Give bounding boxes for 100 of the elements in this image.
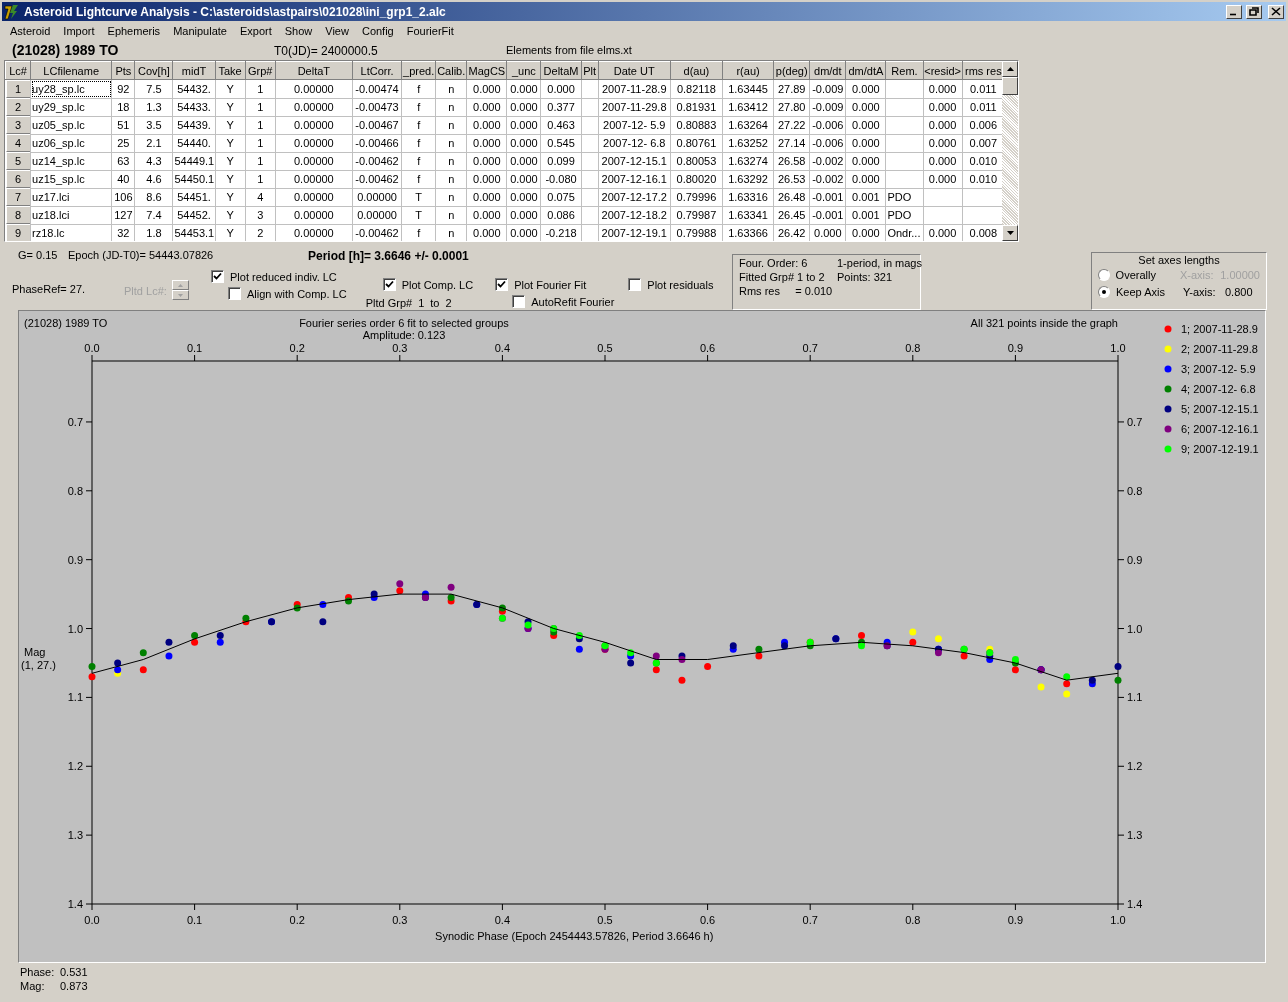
table-cell: 0.00000 [275, 188, 353, 206]
table-cell: 0.075 [541, 188, 582, 206]
table-cell: -0.001 [809, 206, 846, 224]
table-cell: 0.000 [923, 98, 963, 116]
table-cell: 27.80 [773, 98, 810, 116]
tick-label: 1.2 [67, 760, 83, 773]
tick-label: 0.8 [67, 484, 83, 497]
table-cell: Y [215, 170, 246, 188]
table-cell: 0.00000 [275, 170, 353, 188]
fourier-order-label: Four. Order: 6 [739, 257, 809, 269]
table-cell: -0.00466 [352, 134, 402, 152]
tick-label: 1.4 [1127, 898, 1143, 910]
table-cell: uz15_sp.lc [30, 170, 112, 188]
table-cell: 0.000 [923, 79, 963, 98]
tick-label: 0.2 [289, 342, 305, 354]
table-cell: n [435, 134, 467, 152]
table-cell: 1.3 [134, 98, 173, 116]
table-cell: 0.00000 [275, 152, 353, 170]
tick-label: 0.8 [1127, 484, 1143, 497]
tick-label: 0.0 [84, 342, 100, 354]
table-cell: 0.82118 [670, 79, 723, 98]
tick-label: 0.7 [802, 914, 818, 926]
amplitude-label: Amplitude: 0.123 [362, 329, 446, 341]
table-cell: 1.63341 [722, 206, 774, 224]
table-cell: 0.000 [845, 98, 886, 116]
table-cell: PDO [885, 188, 924, 206]
table-cell: -0.00474 [352, 79, 402, 98]
table-cell: 127 [111, 206, 135, 224]
table-cell: 54453.1 [172, 224, 216, 241]
table-cell: 27.14 [773, 134, 810, 152]
tick-label: 0.7 [1127, 415, 1143, 428]
table-cell: uz18.lci [30, 206, 112, 224]
table-cell: 0.000 [845, 152, 886, 170]
table-cell: 0.80020 [670, 170, 723, 188]
table-cell: 92 [111, 79, 135, 98]
table-cell: uz17.lci [30, 188, 112, 206]
table-cell: 0.00000 [352, 206, 402, 224]
table-cell: 0.000 [845, 79, 886, 98]
group-title: Set axes lengths [1137, 254, 1221, 266]
mag-value: 0.873 [60, 980, 89, 993]
table-cell: 0.000 [506, 152, 541, 170]
table-cell: 0.001 [845, 188, 886, 206]
tick-label: 0.1 [186, 914, 203, 926]
table-cell: 2007-11-28.9 [598, 79, 671, 98]
plotted-group-label: Pltd Grp# [365, 297, 413, 309]
table-cell: 2007-12- 5.9 [598, 116, 671, 134]
table-cell: f [401, 98, 436, 116]
tick-label: 1.0 [1110, 914, 1126, 926]
table-cell: uy28_sp.lc [30, 79, 112, 98]
table-cell: 1 [245, 116, 276, 134]
table-cell: 106 [111, 188, 135, 206]
y-axis-note: (1, 27.) [21, 659, 56, 671]
table-cell: 0.00000 [275, 116, 353, 134]
table-cell: 1.63316 [722, 188, 774, 206]
table-cell: 1.63274 [722, 152, 774, 170]
table-cell: 1 [245, 134, 276, 152]
table-cell: 2007-12-15.1 [598, 152, 671, 170]
legend-label: 5; 2007-12-15.1 [1181, 403, 1259, 415]
table-cell: n [435, 206, 467, 224]
table-cell: 0.000 [923, 116, 963, 134]
table-cell: 2.1 [134, 134, 173, 152]
tick-label: 0.6 [699, 342, 716, 354]
tick-label: 0.7 [802, 342, 818, 354]
x-axis-label: Synodic Phase (Epoch 2454443.57826, Period 3.6646 h) [435, 930, 714, 942]
table-cell: 54451. [172, 188, 216, 206]
table-cell: 4.6 [134, 170, 173, 188]
table-cell: 0.000 [923, 152, 963, 170]
table-cell: 26.48 [773, 188, 810, 206]
table-cell: 4 [245, 188, 276, 206]
table-cell: 0.000 [466, 116, 507, 134]
table-cell: 0.000 [466, 206, 507, 224]
table-cell: -0.00462 [352, 170, 402, 188]
table-cell: -0.00462 [352, 224, 402, 241]
table-cell: f [401, 152, 436, 170]
table-cell: 0.086 [541, 206, 582, 224]
table-cell: Y [215, 134, 246, 152]
table-cell: Y [215, 79, 246, 98]
t0-label: T0(JD)= 2400000.5 [274, 44, 379, 58]
table-cell: f [401, 79, 436, 98]
table-cell: -0.080 [541, 170, 582, 188]
table-cell: 26.58 [773, 152, 810, 170]
group-to-value: 2 [445, 297, 452, 309]
table-cell: 0.00000 [352, 188, 402, 206]
table-cell: -0.001 [809, 188, 846, 206]
table-cell: 0.463 [541, 116, 582, 134]
table-cell: 0.000 [506, 188, 541, 206]
table-cell: 2007-12- 6.8 [598, 134, 671, 152]
table-cell: 0.545 [541, 134, 582, 152]
tick-label: 0.9 [1007, 914, 1024, 926]
tick-label: 0.9 [1127, 553, 1143, 566]
table-cell: 0.001 [845, 206, 886, 224]
table-cell: 3 [245, 206, 276, 224]
table-cell: 0.00000 [275, 79, 353, 98]
table-cell: 3.5 [134, 116, 173, 134]
table-cell: 8.6 [134, 188, 173, 206]
asteroid-name: (21028) 1989 TO [12, 42, 120, 58]
to-label: to [430, 297, 440, 309]
table-cell: 0.000 [466, 134, 507, 152]
table-cell: 0.000 [845, 134, 886, 152]
table-cell: f [401, 170, 436, 188]
